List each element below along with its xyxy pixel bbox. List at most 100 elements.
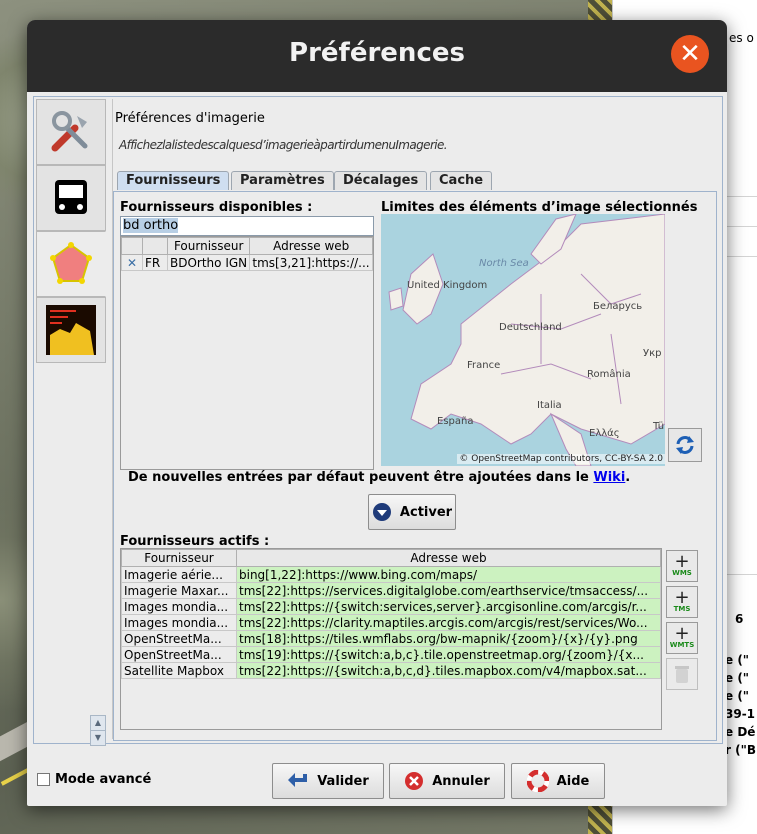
close-button[interactable]: ✕ bbox=[671, 35, 709, 73]
provider-url: tms[19]:https://{switch:a,b,c}.tile.open… bbox=[236, 646, 661, 663]
plus-icon: + bbox=[674, 587, 690, 608]
polygon-icon bbox=[50, 242, 92, 284]
providers-tab-body: Fournisseurs disponibles : bd ortho Four… bbox=[113, 191, 717, 741]
delete-button[interactable] bbox=[666, 658, 698, 690]
tab-general-settings[interactable] bbox=[36, 99, 106, 165]
provider-url: tms[3,21]:https://... bbox=[249, 254, 373, 271]
column-header-provider[interactable]: Fournisseur bbox=[166, 237, 251, 255]
tab-imagery[interactable] bbox=[36, 231, 106, 297]
active-providers-table: Fournisseur Adresse web Imagerie aérie..… bbox=[120, 548, 662, 730]
section-title: Préférences d'imagerie bbox=[115, 111, 265, 126]
provider-name: OpenStreetMa... bbox=[121, 630, 237, 647]
provider-url: tms[22]:https://services.digitalglobe.co… bbox=[236, 582, 661, 599]
provider-name: Imagerie Maxar... bbox=[121, 582, 237, 599]
trash-icon bbox=[675, 666, 689, 683]
bg-text: e (" bbox=[725, 689, 750, 703]
map-bounds-label: Limites des éléments d’image sélectionné… bbox=[381, 200, 698, 215]
cancel-icon bbox=[405, 772, 424, 790]
wiki-link[interactable]: Wiki bbox=[593, 470, 625, 485]
provider-name: Images mondia... bbox=[121, 614, 237, 631]
map-label: España bbox=[437, 416, 473, 427]
sidebar-scroll-down[interactable]: ▼ bbox=[90, 730, 106, 746]
sidebar-scroll-up[interactable]: ▲ bbox=[90, 715, 106, 731]
table-row[interactable]: Imagerie Maxar... tms[22]:https://service… bbox=[121, 582, 661, 599]
help-button[interactable]: Aide bbox=[511, 763, 605, 799]
ok-arrow-icon bbox=[288, 773, 308, 787]
section-description: Affichezlalistedescalquesd’imagerieàpart… bbox=[119, 138, 448, 152]
provider-url: tms[22]:https://clarity.maptiles.arcgis.… bbox=[236, 614, 661, 631]
column-header-url[interactable]: Adresse web bbox=[249, 237, 373, 255]
map-label: Укр bbox=[643, 348, 661, 359]
bg-text: e Dé bbox=[725, 725, 756, 739]
map-label: United Kingdom bbox=[407, 280, 487, 291]
add-wmts-button[interactable]: + WMTS bbox=[666, 622, 698, 654]
provider-name: BDOrtho IGN bbox=[166, 254, 251, 271]
bounds-map[interactable]: North Sea United Kingdom Беларусь Deutsc… bbox=[381, 214, 665, 466]
expert-mode-checkbox[interactable]: Mode avancé bbox=[37, 772, 151, 787]
bg-text: e (" bbox=[725, 653, 750, 667]
map-label: Italia bbox=[537, 400, 562, 411]
add-tms-button[interactable]: + TMS bbox=[666, 586, 698, 618]
title-bar: Préférences ✕ bbox=[27, 20, 727, 92]
table-row[interactable]: ✕ FR BDOrtho IGN tms[3,21]:https://... bbox=[121, 254, 373, 271]
table-row[interactable]: Images mondia... tms[22]:https://{switch:… bbox=[121, 598, 661, 615]
table-row[interactable]: Imagerie aérie... bing[1,22]:https://www.… bbox=[121, 566, 661, 583]
bus-icon bbox=[55, 180, 87, 214]
refresh-button[interactable] bbox=[668, 428, 702, 462]
lifebuoy-icon bbox=[526, 770, 549, 792]
bg-text: r ("B bbox=[725, 743, 756, 757]
plugins-icon bbox=[46, 305, 96, 355]
ok-button[interactable]: Valider bbox=[272, 763, 384, 799]
map-label: România bbox=[587, 368, 631, 380]
map-label: Deutschland bbox=[499, 322, 562, 333]
bg-text: 39-1 bbox=[725, 707, 756, 721]
cancel-button[interactable]: Annuler bbox=[389, 763, 505, 799]
imagery-preferences-panel: Préférences d'imagerie Affichezlalistede… bbox=[112, 99, 719, 741]
map-attribution: © OpenStreetMap contributors, CC-BY-SA 2… bbox=[457, 454, 665, 464]
country-code: FR bbox=[142, 254, 168, 271]
table-row[interactable]: OpenStreetMa... tms[18]:https://tiles.wmf… bbox=[121, 630, 661, 647]
tab-settings[interactable]: Paramètres bbox=[231, 171, 334, 190]
add-wms-button[interactable]: + WMS bbox=[666, 550, 698, 582]
wiki-hint: De nouvelles entrées par défaut peuvent … bbox=[128, 470, 631, 485]
bbox-icon: ✕ bbox=[121, 254, 143, 271]
tab-cache[interactable]: Cache bbox=[430, 171, 493, 190]
map-label: France bbox=[467, 360, 500, 371]
provider-url: tms[18]:https://tiles.wmflabs.org/bw-map… bbox=[236, 630, 661, 647]
available-providers-label: Fournisseurs disponibles : bbox=[120, 200, 313, 215]
close-icon: ✕ bbox=[679, 39, 701, 69]
plus-icon: + bbox=[674, 551, 690, 572]
column-header-provider[interactable]: Fournisseur bbox=[121, 549, 237, 567]
plus-icon: + bbox=[674, 623, 690, 644]
map-label: Беларусь bbox=[593, 301, 642, 312]
arrow-down-icon bbox=[372, 503, 391, 521]
map-label: North Sea bbox=[479, 258, 529, 269]
available-providers-table: Fournisseur Adresse web ✕ FR BDOrtho IGN… bbox=[120, 236, 374, 470]
tools-icon bbox=[51, 111, 88, 152]
tab-plugins[interactable] bbox=[36, 297, 106, 363]
preferences-sidebar: ▲ ▼ bbox=[34, 97, 106, 746]
dialog-title: Préférences bbox=[289, 38, 465, 68]
provider-name: OpenStreetMa... bbox=[121, 646, 237, 663]
tab-transport[interactable] bbox=[36, 165, 106, 231]
provider-name: Satellite Mapbox bbox=[121, 662, 237, 679]
provider-name: Images mondia... bbox=[121, 598, 237, 615]
table-row[interactable]: OpenStreetMa... tms[19]:https://{switch:a… bbox=[121, 646, 661, 663]
provider-search-input[interactable]: bd ortho bbox=[120, 216, 374, 236]
provider-url: bing[1,22]:https://www.bing.com/maps/ bbox=[236, 566, 661, 583]
expert-mode-label: Mode avancé bbox=[55, 772, 152, 787]
tab-providers[interactable]: Fournisseurs bbox=[117, 171, 230, 190]
tab-offsets[interactable]: Décalages bbox=[334, 171, 428, 190]
activate-button[interactable]: Activer bbox=[368, 494, 456, 530]
checkbox-box[interactable] bbox=[37, 773, 50, 786]
column-header-url[interactable]: Adresse web bbox=[236, 549, 661, 567]
dialog-content: ▲ ▼ Préférences d'imagerie Affichezlalis… bbox=[33, 96, 723, 746]
provider-url: tms[22]:https://{switch:services,server}… bbox=[236, 598, 661, 615]
map-label: Ελλάς bbox=[589, 427, 620, 439]
provider-name: Imagerie aérie... bbox=[121, 566, 237, 583]
provider-url: tms[22]:https://{switch:a,b,c,d}.tiles.m… bbox=[236, 662, 661, 679]
table-row[interactable]: Satellite Mapbox tms[22]:https://{switch:… bbox=[121, 662, 661, 679]
table-row[interactable]: Images mondia... tms[22]:https://clarity.… bbox=[121, 614, 661, 631]
bg-text: 6 bbox=[735, 612, 744, 626]
preferences-dialog: Préférences ✕ ▲ ▼ Préférences d'imagerie… bbox=[27, 20, 727, 806]
